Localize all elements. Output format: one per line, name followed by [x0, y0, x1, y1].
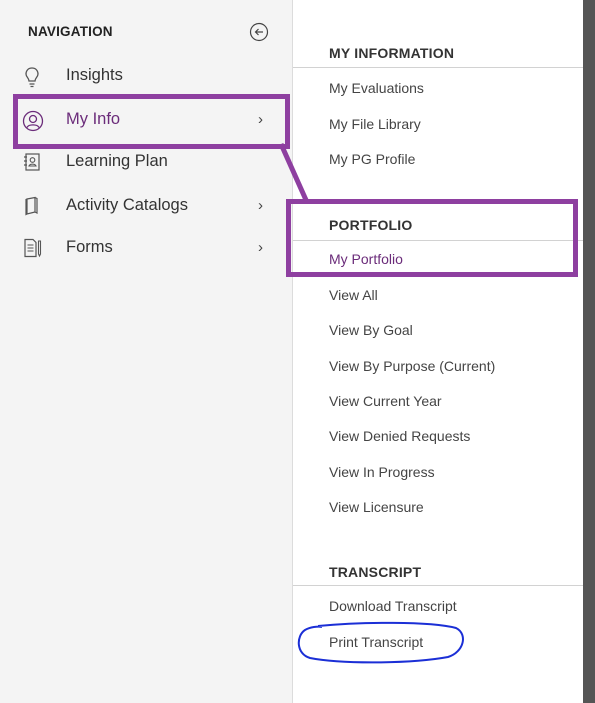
navigation-header: NAVIGATION [28, 24, 113, 39]
user-circle-icon [22, 110, 44, 132]
window-edge [583, 0, 595, 703]
chevron-right-icon: › [258, 239, 263, 256]
nav-item-insights[interactable]: Insights [0, 56, 292, 96]
submenu-item-my-portfolio[interactable]: My Portfolio [329, 251, 403, 267]
section-title-portfolio: PORTFOLIO [329, 217, 413, 233]
document-form-icon [22, 238, 42, 258]
navigation-panel: NAVIGATION Insights My Info › Learning P… [0, 0, 292, 703]
submenu-item-view-in-progress[interactable]: View In Progress [329, 464, 435, 480]
submenu-panel: MY INFORMATION My Evaluations My File Li… [292, 0, 584, 703]
book-icon [22, 196, 42, 216]
nav-item-label: My Info [66, 110, 121, 128]
nav-item-label: Learning Plan [66, 152, 168, 170]
nav-item-label: Insights [66, 66, 123, 84]
section-title-transcript: TRANSCRIPT [329, 564, 422, 580]
submenu-item-my-file-library[interactable]: My File Library [329, 116, 421, 132]
submenu-item-my-evaluations[interactable]: My Evaluations [329, 80, 424, 96]
nav-item-forms[interactable]: Forms › [0, 228, 292, 268]
submenu-item-view-current-year[interactable]: View Current Year [329, 393, 442, 409]
submenu-item-download-transcript[interactable]: Download Transcript [329, 598, 457, 614]
address-book-icon [22, 152, 42, 172]
submenu-item-my-pg-profile[interactable]: My PG Profile [329, 151, 415, 167]
chevron-right-icon: › [258, 111, 263, 128]
nav-item-my-info[interactable]: My Info › [0, 100, 292, 140]
nav-item-learning-plan[interactable]: Learning Plan [0, 142, 292, 182]
nav-item-label: Forms [66, 238, 113, 256]
submenu-item-view-by-purpose[interactable]: View By Purpose (Current) [329, 358, 495, 374]
chevron-right-icon: › [258, 197, 263, 214]
nav-item-label: Activity Catalogs [66, 196, 188, 214]
submenu-item-view-licensure[interactable]: View Licensure [329, 499, 424, 515]
circle-arrow-left-icon[interactable] [249, 22, 269, 42]
submenu-item-print-transcript[interactable]: Print Transcript [329, 634, 423, 650]
section-divider [293, 67, 584, 68]
section-divider [293, 585, 584, 586]
submenu-item-view-all[interactable]: View All [329, 287, 378, 303]
lightbulb-icon [22, 66, 42, 88]
section-divider [293, 240, 584, 241]
section-title-my-information: MY INFORMATION [329, 45, 455, 61]
nav-item-activity-catalogs[interactable]: Activity Catalogs › [0, 186, 292, 226]
submenu-item-view-denied-requests[interactable]: View Denied Requests [329, 428, 470, 444]
submenu-item-view-by-goal[interactable]: View By Goal [329, 322, 413, 338]
